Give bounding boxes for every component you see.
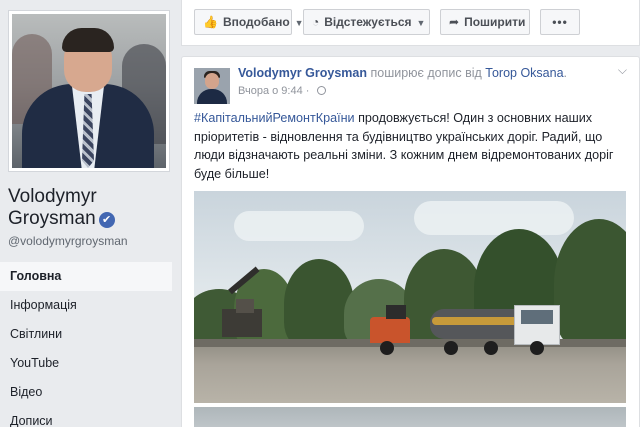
post-header-period: . <box>563 66 568 80</box>
hashtag-link[interactable]: #КапітальнийРемонтКраїни <box>194 111 355 125</box>
profile-picture[interactable] <box>8 10 170 172</box>
post-options-chevron-icon[interactable]: ⌵ <box>618 63 627 78</box>
page-nav: Головна Інформація Світлини YouTube Віде… <box>0 262 172 427</box>
post-share-text: поширює допис від <box>370 66 482 80</box>
more-button[interactable]: ••• <box>540 9 580 35</box>
nav-item-photos[interactable]: Світлини <box>0 320 172 349</box>
shared-from-link[interactable]: Тоrор Oksana <box>485 66 563 80</box>
post-photo-second[interactable] <box>194 407 626 427</box>
left-column: Volodymyr Groysman ✔ @volodymyrgroysman Г… <box>0 0 180 427</box>
post-photo-road-works[interactable] <box>194 191 626 403</box>
post-meta: Вчора о 9:44 · <box>238 85 326 97</box>
caret-down-icon: ▼ <box>416 18 426 28</box>
post-text: #КапітальнийРемонтКраїни продовжується! … <box>194 109 626 183</box>
nav-item-videos[interactable]: Відео <box>0 378 172 407</box>
page-handle[interactable]: @volodymyrgroysman <box>8 234 128 248</box>
thumbs-up-icon: 👍 <box>203 15 218 29</box>
nav-item-posts[interactable]: Дописи <box>0 407 172 427</box>
page-action-bar: 👍 Вподобано ▼ ◔ Відстежується ▼ ➦ Поширити ••… <box>181 0 640 46</box>
post-header: Volodymyr Groysman поширює допис від Тоr… <box>238 66 567 80</box>
post-timestamp[interactable]: Вчора о 9:44 <box>238 85 303 97</box>
globe-icon <box>316 86 326 95</box>
liked-button-label: Вподобано <box>222 15 290 29</box>
page-name[interactable]: Volodymyr Groysman ✔ <box>8 186 173 230</box>
liked-button[interactable]: 👍 Вподобано ▼ <box>194 9 304 35</box>
follow-button[interactable]: ◔ Відстежується ▼ <box>303 9 430 35</box>
nav-item-home[interactable]: Головна <box>0 262 172 291</box>
share-arrow-icon: ➦ <box>449 15 460 29</box>
post-author-avatar[interactable] <box>194 68 230 104</box>
nav-item-about[interactable]: Інформація <box>0 291 172 320</box>
share-button[interactable]: ➦ Поширити <box>440 9 530 35</box>
follow-button-label: Відстежується <box>324 15 412 29</box>
rss-icon: ◔ <box>312 15 320 29</box>
post-author-link[interactable]: Volodymyr Groysman <box>238 66 367 80</box>
feed-post: Volodymyr Groysman поширює допис від Тоr… <box>181 56 640 427</box>
page-name-text: Volodymyr Groysman <box>8 186 97 229</box>
profile-photo <box>12 14 166 168</box>
nav-item-youtube[interactable]: YouTube <box>0 349 172 378</box>
verified-badge-icon: ✔ <box>98 212 115 228</box>
meta-separator: · <box>305 85 310 97</box>
share-button-label: Поширити <box>464 15 526 29</box>
